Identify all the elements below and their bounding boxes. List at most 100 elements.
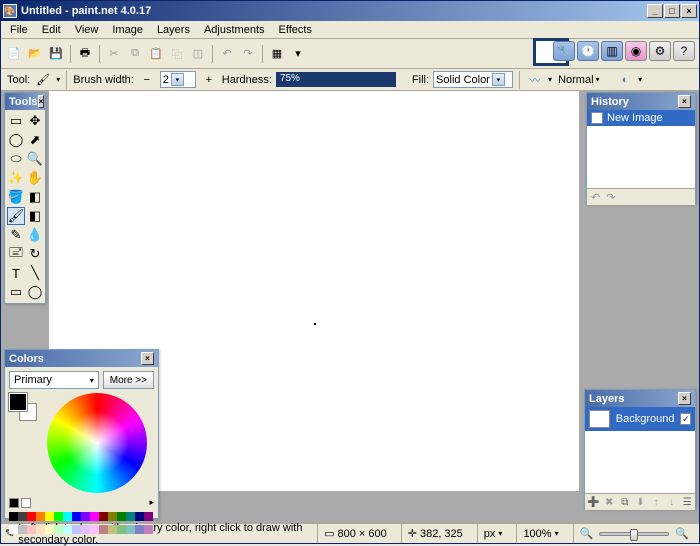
current-tool-icon[interactable]: 🖌 (34, 71, 52, 89)
palette-cell[interactable] (81, 512, 90, 521)
menu-image[interactable]: Image (105, 22, 150, 38)
layers-panel-close[interactable]: × (678, 392, 691, 405)
history-redo-button[interactable]: ↷ (606, 191, 615, 204)
palette-cell[interactable] (54, 525, 63, 534)
palette-cell[interactable] (45, 525, 54, 534)
palette-cell[interactable] (135, 525, 144, 534)
close-button[interactable]: × (681, 4, 697, 18)
palette-cell[interactable] (72, 512, 81, 521)
tool-eraser[interactable]: ◧ (26, 207, 44, 225)
tool-magic-wand[interactable]: ✨ (7, 169, 25, 187)
palette-cell[interactable] (72, 525, 81, 534)
colors-panel-toggle[interactable]: ◉ (625, 41, 647, 61)
palette-cell[interactable] (117, 512, 126, 521)
palette-cell[interactable] (81, 525, 90, 534)
palette-cell[interactable] (126, 512, 135, 521)
grid-button[interactable]: ▦ (268, 45, 286, 63)
mini-swatch-white[interactable] (21, 498, 31, 508)
zoom-slider-thumb[interactable] (630, 529, 638, 541)
antialias-button[interactable]: 〰 (526, 71, 544, 89)
tool-shapes[interactable]: ◯ (26, 283, 44, 301)
tool-color-picker[interactable]: 💧 (26, 226, 44, 244)
layer-visibility-checkbox[interactable]: ✓ (680, 413, 691, 425)
overwrite-button[interactable]: ◐ (616, 71, 634, 89)
zoom-out-button[interactable]: 🔍 (580, 527, 594, 540)
palette-cell[interactable] (27, 525, 36, 534)
palette-cell[interactable] (63, 525, 72, 534)
tools-panel-header[interactable]: Tools × (5, 93, 45, 110)
palette-cell[interactable] (90, 525, 99, 534)
tool-clone-stamp[interactable]: 🖃 (7, 245, 25, 263)
redo-button[interactable]: ↷ (239, 45, 257, 63)
merge-layer-button[interactable]: ⬇ (635, 495, 647, 509)
menu-adjustments[interactable]: Adjustments (197, 22, 272, 38)
paste-button[interactable]: 📋 (147, 45, 165, 63)
layers-panel-toggle[interactable]: ▥ (601, 41, 623, 61)
tools-panel-toggle[interactable]: 🔧 (553, 41, 575, 61)
palette-cell[interactable] (108, 525, 117, 534)
tool-gradient[interactable]: ◧ (26, 188, 44, 206)
history-panel-header[interactable]: History × (587, 93, 695, 110)
tool-dropdown-arrow[interactable]: ▾ (56, 75, 60, 84)
tool-lasso[interactable]: ◯ (7, 131, 25, 149)
zoom-slider[interactable] (599, 532, 669, 536)
tool-text[interactable]: T (7, 264, 25, 282)
colors-panel-header[interactable]: Colors × (5, 350, 158, 367)
palette-cell[interactable] (108, 512, 117, 521)
layer-properties-button[interactable]: ☰ (681, 495, 693, 509)
palette-cell[interactable] (36, 525, 45, 534)
tool-ellipse-select[interactable]: ⬭ (7, 150, 25, 168)
layers-panel-header[interactable]: Layers × (585, 390, 695, 407)
fill-dropdown-arrow[interactable]: ▾ (492, 73, 505, 86)
color-wheel-cursor[interactable] (94, 440, 100, 446)
palette-cell[interactable] (99, 512, 108, 521)
unit-section[interactable]: px ▾ (477, 524, 509, 543)
delete-layer-button[interactable]: ✖ (603, 495, 615, 509)
overwrite-dropdown[interactable]: ▾ (638, 75, 642, 84)
settings-button[interactable]: ⚙ (649, 41, 671, 61)
copy-button[interactable]: ⧉ (126, 45, 144, 63)
menu-effects[interactable]: Effects (272, 22, 319, 38)
tool-zoom[interactable]: 🔍 (26, 150, 44, 168)
help-button[interactable]: ? (673, 41, 695, 61)
cut-button[interactable]: ✂ (105, 45, 123, 63)
palette-cell[interactable] (18, 525, 27, 534)
tools-panel-close[interactable]: × (38, 95, 45, 108)
save-button[interactable]: 💾 (47, 45, 65, 63)
palette-cell[interactable] (90, 512, 99, 521)
tool-pan[interactable]: ✋ (26, 169, 44, 187)
history-undo-button[interactable]: ↶ (591, 191, 600, 204)
palette-cell[interactable] (126, 525, 135, 534)
add-layer-button[interactable]: ➕ (587, 495, 599, 509)
palette-cell[interactable] (9, 512, 18, 521)
tool-move-selection[interactable]: ⬈ (26, 131, 44, 149)
foreground-color-swatch[interactable] (9, 393, 27, 411)
move-layer-down-button[interactable]: ↓ (666, 495, 678, 509)
tool-line[interactable]: ╲ (26, 264, 44, 282)
blend-mode-dropdown[interactable]: Normal ▾ (556, 71, 612, 88)
mini-swatch-black[interactable] (9, 498, 19, 508)
tool-recolor[interactable]: ↻ (26, 245, 44, 263)
fill-dropdown[interactable]: Solid Color ▾ (433, 71, 513, 88)
color-mode-dropdown[interactable]: Primary ▾ (9, 371, 99, 389)
palette-cell[interactable] (135, 512, 144, 521)
tool-paintbrush[interactable]: 🖌 (7, 207, 25, 225)
palette-cell[interactable] (63, 512, 72, 521)
colors-panel-close[interactable]: × (141, 352, 154, 365)
tool-move-selected[interactable]: ✥ (26, 112, 44, 130)
new-button[interactable]: 📄 (5, 45, 23, 63)
palette-cell[interactable] (36, 512, 45, 521)
ruler-button[interactable]: ▾ (289, 45, 307, 63)
brush-width-dropdown[interactable]: ▾ (171, 73, 184, 86)
palette-cell[interactable] (54, 512, 63, 521)
open-button[interactable]: 📂 (26, 45, 44, 63)
palette-cell[interactable] (45, 512, 54, 521)
tool-pencil[interactable]: ✎ (7, 226, 25, 244)
brush-decrease-button[interactable]: − (138, 71, 156, 89)
palette-cell[interactable] (144, 525, 153, 534)
maximize-button[interactable]: □ (664, 4, 680, 18)
history-panel-toggle[interactable]: 🕐 (577, 41, 599, 61)
menu-edit[interactable]: Edit (35, 22, 68, 38)
antialias-dropdown[interactable]: ▾ (548, 75, 552, 84)
brush-width-input[interactable]: 2 ▾ (160, 71, 196, 88)
